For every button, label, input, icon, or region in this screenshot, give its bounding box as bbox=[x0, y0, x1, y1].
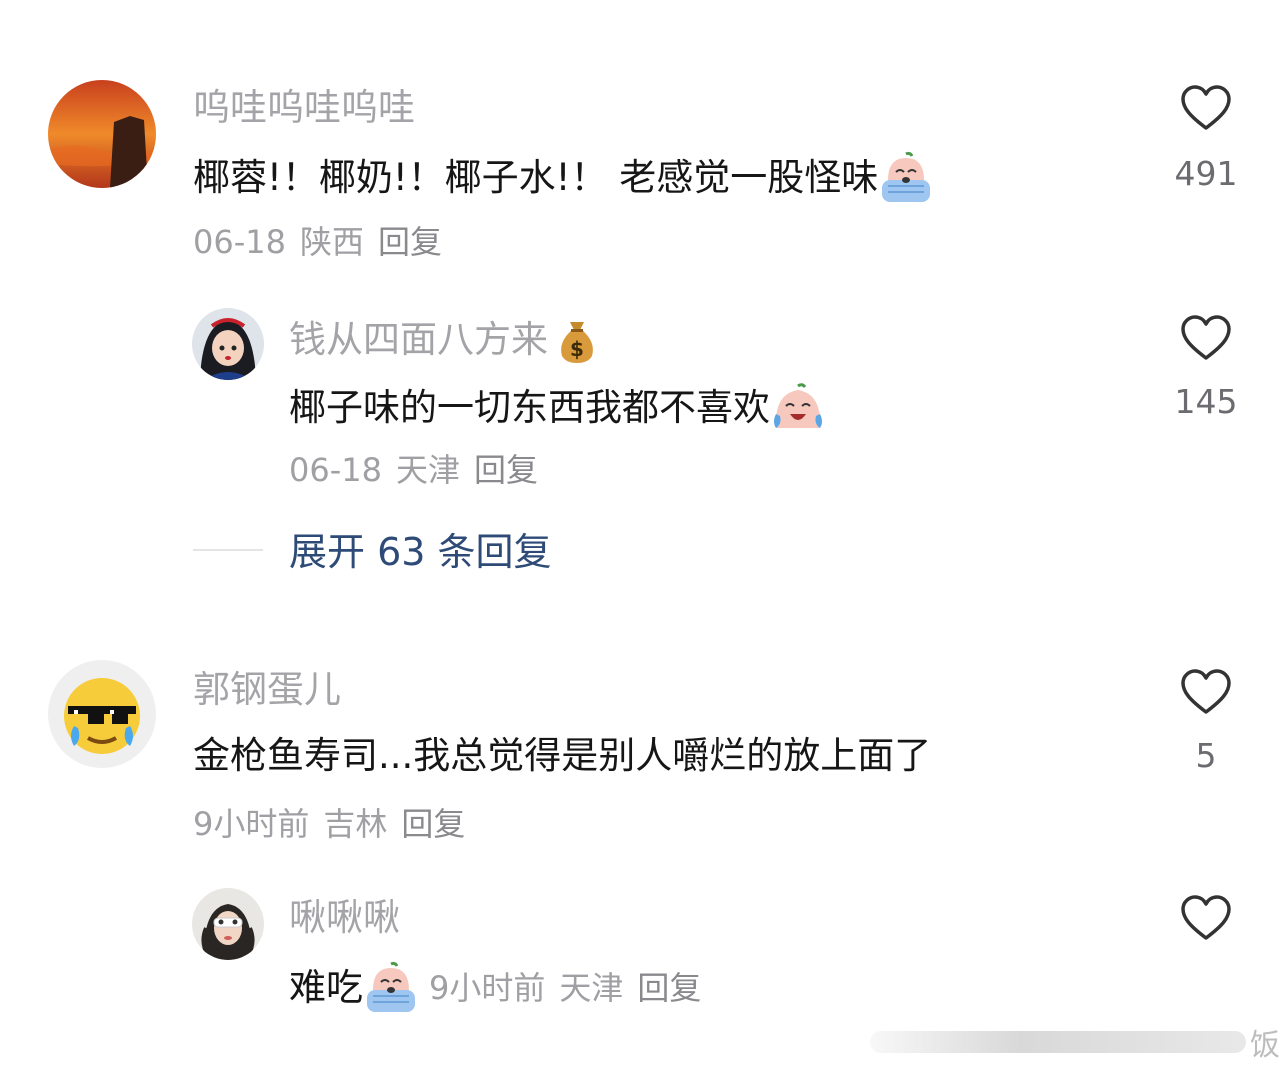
like-button[interactable] bbox=[1180, 668, 1232, 720]
like-button[interactable] bbox=[1180, 84, 1232, 136]
heart-icon bbox=[1181, 85, 1231, 130]
money-bag-icon: $ bbox=[556, 316, 598, 364]
reply-text: 难吃 9小时前 天津 回复 bbox=[289, 960, 715, 1016]
watermark: 饭 bbox=[870, 1022, 1280, 1063]
svg-text:$: $ bbox=[570, 337, 584, 361]
reply-button[interactable]: 回复 bbox=[474, 450, 538, 490]
comment-text-body: 金枪鱼寿司...我总觉得是别人嚼烂的放上面了 bbox=[193, 734, 932, 777]
crying-face-emoji-icon bbox=[878, 150, 934, 206]
like-count: 491 bbox=[1174, 154, 1238, 193]
comment-location: 陕西 bbox=[299, 223, 364, 261]
reply-button[interactable]: 回复 bbox=[378, 222, 442, 262]
comment-text: 金枪鱼寿司...我总觉得是别人嚼烂的放上面了 bbox=[193, 734, 931, 778]
reply-meta: 06-18 天津 回复 bbox=[289, 450, 552, 490]
comment-username[interactable]: 郭钢蛋儿 bbox=[193, 668, 341, 712]
reply-username[interactable]: 啾啾啾 bbox=[289, 896, 400, 940]
comment-date: 06-18 bbox=[193, 223, 286, 261]
avatar[interactable] bbox=[192, 308, 264, 380]
reply-location: 天津 bbox=[559, 969, 624, 1007]
reply-username-text: 钱从四面八方来 bbox=[289, 318, 548, 361]
comment-meta: 06-18 陕西 回复 bbox=[193, 222, 456, 262]
heart-icon bbox=[1181, 895, 1231, 940]
avatar[interactable] bbox=[192, 888, 264, 960]
heart-icon bbox=[1181, 315, 1231, 360]
reply-username[interactable]: 钱从四面八方来 $ bbox=[289, 316, 598, 364]
reply-text: 椰子味的一切东西我都不喜欢 bbox=[289, 380, 826, 436]
comment-text-body: 椰蓉!！椰奶!！椰子水!！ 老感觉一股怪味 bbox=[193, 156, 879, 199]
comment-text: 椰蓉!！椰奶!！椰子水!！ 老感觉一股怪味 bbox=[193, 150, 934, 206]
watermark-text: 饭 bbox=[1250, 1028, 1280, 1063]
avatar[interactable] bbox=[48, 660, 156, 768]
reply-text-body: 椰子味的一切东西我都不喜欢 bbox=[289, 386, 770, 429]
reply-date: 9小时前 bbox=[429, 969, 546, 1007]
reply-meta: 9小时前 天津 回复 bbox=[429, 968, 715, 1008]
expand-replies-button[interactable]: 展开 63 条回复 bbox=[289, 530, 552, 574]
reply-date: 06-18 bbox=[289, 451, 382, 489]
heart-icon bbox=[1181, 669, 1231, 714]
reply-location: 天津 bbox=[395, 451, 460, 489]
comment-meta: 9小时前 吉林 回复 bbox=[193, 804, 479, 844]
like-count: 5 bbox=[1195, 736, 1217, 775]
comment-location: 吉林 bbox=[323, 805, 388, 843]
watermark-bar bbox=[870, 1031, 1246, 1053]
comment-username[interactable]: 呜哇呜哇呜哇 bbox=[193, 86, 415, 130]
comment-date: 9小时前 bbox=[193, 805, 310, 843]
reply-button[interactable]: 回复 bbox=[401, 804, 465, 844]
expand-divider bbox=[193, 549, 263, 551]
tears-of-joy-face-emoji-icon bbox=[770, 380, 826, 436]
avatar[interactable] bbox=[48, 80, 156, 188]
reply-button[interactable]: 回复 bbox=[637, 968, 701, 1008]
reply-text-body: 难吃 bbox=[289, 966, 363, 1009]
like-count: 145 bbox=[1174, 382, 1238, 421]
like-button[interactable] bbox=[1180, 894, 1232, 946]
like-button[interactable] bbox=[1180, 314, 1232, 366]
crying-face-emoji-icon bbox=[363, 960, 419, 1016]
